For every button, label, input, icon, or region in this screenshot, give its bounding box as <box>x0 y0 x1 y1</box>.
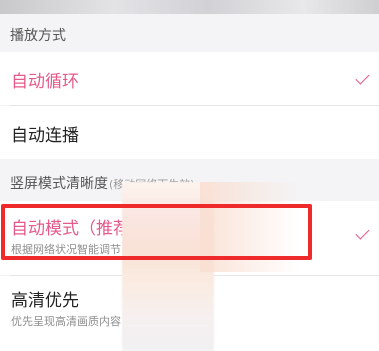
option-auto-loop[interactable]: 自动循环 <box>0 52 379 105</box>
highlight-box <box>1 204 312 260</box>
section-title: 竖屏模式清晰度 <box>10 176 108 192</box>
option-label: 自动连播 <box>11 126 79 146</box>
option-desc: 优先呈现高清画质内容 <box>11 315 121 328</box>
top-banner-image <box>0 0 379 14</box>
option-label: 高清优先 <box>11 291 79 311</box>
check-icon <box>355 70 370 85</box>
option-label: 自动循环 <box>11 72 79 92</box>
section-title: 播放方式 <box>10 28 66 44</box>
option-auto-continuous[interactable]: 自动连播 <box>0 106 379 159</box>
check-icon <box>355 225 370 240</box>
section-header-playback: 播放方式 <box>0 14 379 52</box>
